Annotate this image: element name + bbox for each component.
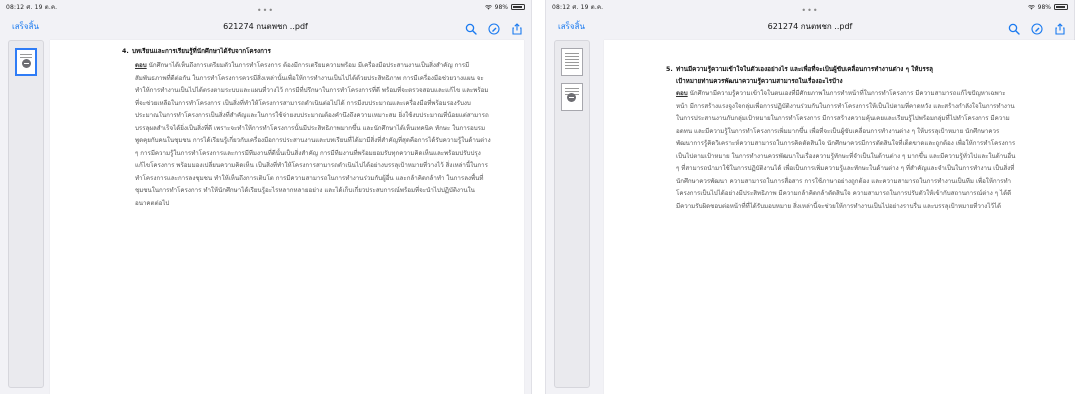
battery-icon xyxy=(1054,4,1068,10)
answer-lead: ตอบ xyxy=(135,62,147,69)
minus-icon xyxy=(22,59,31,68)
thumbnail-text-lines xyxy=(565,53,579,71)
search-icon[interactable] xyxy=(465,20,477,35)
battery-percent: 98% xyxy=(494,3,508,11)
status-time: 08:12 ศ. 19 ต.ค. xyxy=(6,4,58,11)
document-title: 621274 กนตพชก ..pdf xyxy=(767,21,853,31)
section-heading-text: บทเรียนและการเรียนรู้ที่นักศึกษาได้รับจา… xyxy=(132,48,271,55)
navigation-bar: เสร็จสิ้น 621274 กนตพชก ..pdf xyxy=(0,14,531,38)
answer-body: นักศึกษามีความรู้ความเข้าใจในตนเองที่มีศ… xyxy=(676,90,1016,210)
navigation-bar: เสร็จสิ้น 621274 กนตพชก ..pdf xyxy=(546,14,1074,38)
status-indicators: 98% xyxy=(484,3,525,11)
thumbnail-sidebar[interactable] xyxy=(8,40,44,388)
pdf-page[interactable]: 5. ท่านมีความรู้ความเข้าใจในตัวเองอย่างไร… xyxy=(604,40,1075,394)
share-icon[interactable] xyxy=(511,20,523,35)
done-button[interactable]: เสร็จสิ้น xyxy=(12,20,39,33)
battery-icon xyxy=(511,4,525,10)
thumbnail-sidebar[interactable] xyxy=(554,40,590,388)
page-thumbnail[interactable] xyxy=(561,48,583,76)
document-title: 621274 กนตพชก ..pdf xyxy=(223,21,308,31)
status-indicators: 98% xyxy=(1027,3,1068,11)
markup-icon[interactable] xyxy=(488,20,500,35)
wifi-icon xyxy=(1027,4,1035,10)
search-icon[interactable] xyxy=(1008,20,1020,35)
share-icon[interactable] xyxy=(1054,20,1066,35)
page-thumbnail[interactable] xyxy=(15,48,37,76)
toolbar-icons xyxy=(1008,20,1066,35)
pdf-viewer-left: 08:12 ศ. 19 ต.ค. 98% ••• เสร็จสิ้น 62127… xyxy=(0,0,532,394)
split-screen: 08:12 ศ. 19 ต.ค. 98% ••• เสร็จสิ้น 62127… xyxy=(0,0,1075,394)
pdf-viewer-right: 08:12 ศ. 19 ต.ค. 98% ••• เสร็จสิ้น 62127… xyxy=(545,0,1075,394)
section-number: 5. xyxy=(666,66,673,73)
pdf-page[interactable]: 4. บทเรียนและการเรียนรู้ที่นักศึกษาได้รับ… xyxy=(50,40,524,394)
markup-icon[interactable] xyxy=(1031,20,1043,35)
answer-body: นักศึกษาได้เห็นถึงการเตรียมตัวในการทำโคร… xyxy=(135,62,491,207)
answer-paragraph: ตอบ นักศึกษาได้เห็นถึงการเตรียมตัวในการท… xyxy=(135,60,491,210)
answer-lead: ตอบ xyxy=(676,90,688,97)
page-thumbnail[interactable] xyxy=(561,83,583,111)
battery-percent: 98% xyxy=(1037,3,1051,11)
section-heading: 5. ท่านมีความรู้ความเข้าใจในตัวเองอย่างไร… xyxy=(666,64,933,74)
toolbar-icons xyxy=(465,20,523,35)
minus-icon xyxy=(567,93,576,102)
done-button[interactable]: เสร็จสิ้น xyxy=(558,20,585,33)
answer-paragraph: ตอบ นักศึกษามีความรู้ความเข้าใจในตนเองที… xyxy=(676,88,1016,213)
section-number: 4. xyxy=(122,48,129,55)
section-heading: 4. บทเรียนและการเรียนรู้ที่นักศึกษาได้รับ… xyxy=(122,46,271,56)
section-heading-line-2: เป้าหมายท่านควรพัฒนาความรู้ความสามารถในเ… xyxy=(676,78,843,85)
wifi-icon xyxy=(484,4,492,10)
section-heading-text: ท่านมีความรู้ความเข้าใจในตัวเองอย่างไร แ… xyxy=(676,66,933,73)
status-time: 08:12 ศ. 19 ต.ค. xyxy=(552,4,604,11)
